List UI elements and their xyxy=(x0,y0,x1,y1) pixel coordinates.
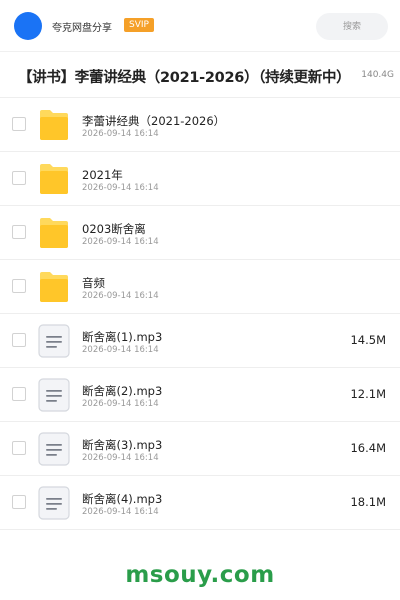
svip-badge: SVIP xyxy=(124,18,154,32)
page-title: 【讲书】李蕾讲经典（2021-2026）（持续更新中） xyxy=(18,70,351,86)
folder-title-bar: 【讲书】李蕾讲经典（2021-2026）（持续更新中） 140.4G xyxy=(0,52,400,98)
item-name: 李蕾讲经典（2021-2026） xyxy=(82,114,226,128)
folder-icon xyxy=(40,164,68,194)
username: 夸克网盘分享 xyxy=(52,23,112,34)
item-size: 18.1M xyxy=(350,495,386,509)
item-date: 2026-09-14 16:14 xyxy=(82,129,159,139)
select-checkbox[interactable] xyxy=(12,117,26,131)
select-checkbox[interactable] xyxy=(12,225,26,239)
list-item[interactable]: 断舍离(3).mp3 2026-09-14 16:14 16.4M xyxy=(0,422,400,476)
select-checkbox[interactable] xyxy=(12,171,26,185)
item-date: 2026-09-14 16:14 xyxy=(82,453,159,463)
select-checkbox[interactable] xyxy=(12,441,26,455)
file-icon xyxy=(38,378,70,412)
app-header: 夸克网盘分享 SVIP xyxy=(0,0,400,52)
list-item[interactable]: 断舍离(4).mp3 2026-09-14 16:14 18.1M xyxy=(0,476,400,530)
item-name: 断舍离(4).mp3 xyxy=(82,492,163,506)
item-size: 16.4M xyxy=(350,441,386,455)
select-checkbox[interactable] xyxy=(12,333,26,347)
item-date: 2026-09-14 16:14 xyxy=(82,237,159,247)
watermark: msouy.com xyxy=(125,562,275,588)
list-item[interactable]: 0203断舍离 2026-09-14 16:14 xyxy=(0,206,400,260)
select-checkbox[interactable] xyxy=(12,387,26,401)
folder-icon xyxy=(40,110,68,140)
item-size: 12.1M xyxy=(350,387,386,401)
folder-icon xyxy=(40,218,68,248)
item-date: 2026-09-14 16:14 xyxy=(82,291,159,301)
item-name: 断舍离(3).mp3 xyxy=(82,438,163,452)
item-name: 2021年 xyxy=(82,168,123,182)
item-date: 2026-09-14 16:14 xyxy=(82,507,159,517)
item-date: 2026-09-14 16:14 xyxy=(82,345,159,355)
folder-icon xyxy=(40,272,68,302)
avatar[interactable] xyxy=(14,12,42,40)
select-checkbox[interactable] xyxy=(12,279,26,293)
item-date: 2026-09-14 16:14 xyxy=(82,399,159,409)
select-checkbox[interactable] xyxy=(12,495,26,509)
list-item[interactable]: 断舍离(2).mp3 2026-09-14 16:14 12.1M xyxy=(0,368,400,422)
list-item[interactable]: 音频 2026-09-14 16:14 xyxy=(0,260,400,314)
file-icon xyxy=(38,486,70,520)
list-item[interactable]: 李蕾讲经典（2021-2026） 2026-09-14 16:14 xyxy=(0,98,400,152)
file-icon xyxy=(38,432,70,466)
item-name: 音频 xyxy=(82,276,105,290)
file-list: 李蕾讲经典（2021-2026） 2026-09-14 16:14 2021年 … xyxy=(0,98,400,530)
file-icon xyxy=(38,324,70,358)
item-size: 14.5M xyxy=(350,333,386,347)
total-size: 140.4G xyxy=(361,70,394,80)
item-name: 0203断舍离 xyxy=(82,222,146,236)
item-name: 断舍离(1).mp3 xyxy=(82,330,163,344)
item-date: 2026-09-14 16:14 xyxy=(82,183,159,193)
list-item[interactable]: 2021年 2026-09-14 16:14 xyxy=(0,152,400,206)
search-input[interactable] xyxy=(316,13,388,40)
item-name: 断舍离(2).mp3 xyxy=(82,384,163,398)
list-item[interactable]: 断舍离(1).mp3 2026-09-14 16:14 14.5M xyxy=(0,314,400,368)
